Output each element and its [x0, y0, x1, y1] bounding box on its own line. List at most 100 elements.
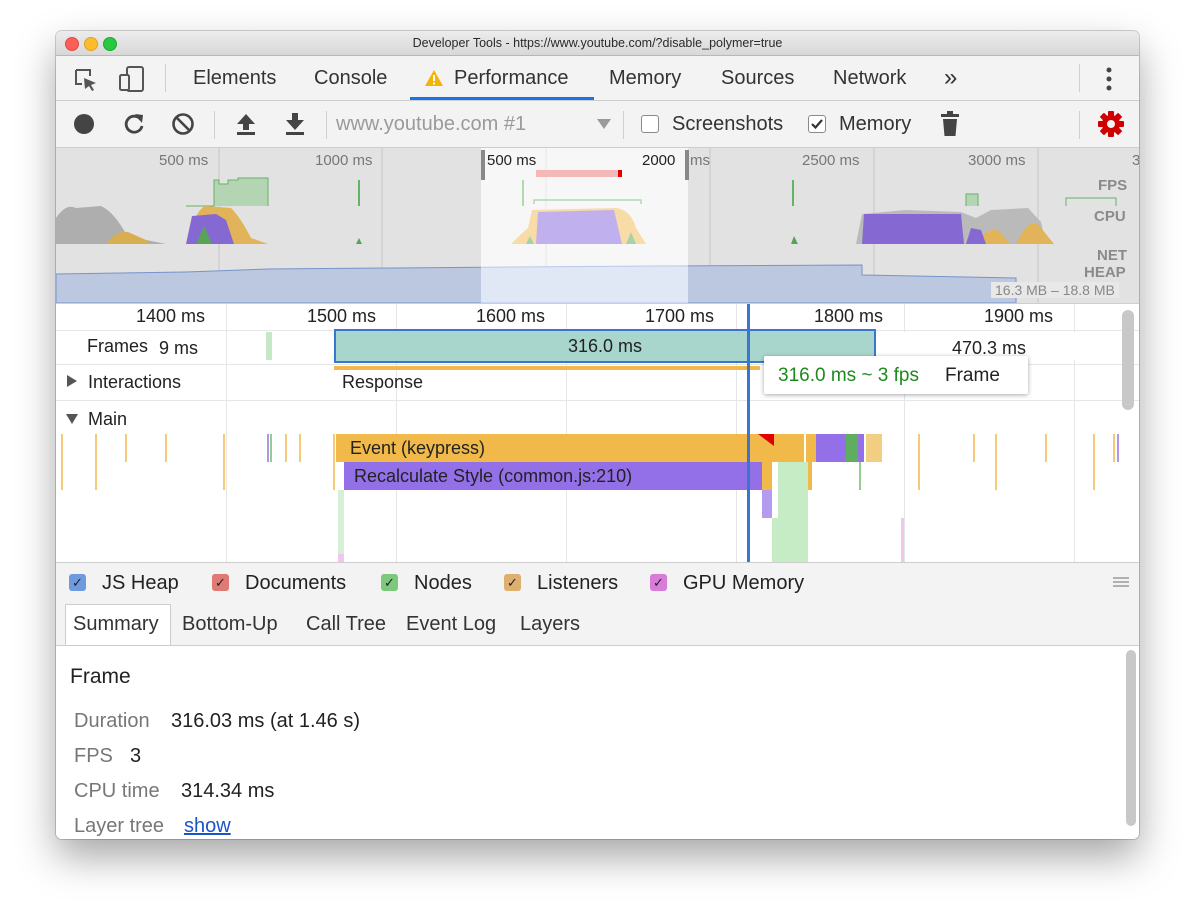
timeline-scrollbar[interactable]	[1122, 310, 1134, 410]
overview-tick: 2500 ms	[802, 152, 860, 169]
toolbar-divider	[1079, 64, 1080, 92]
event-keypress-bar[interactable]: Event (keypress)	[336, 434, 804, 462]
devtools-tab-bar: Elements Console Performance Memory Sour…	[56, 56, 1139, 101]
layer-tree-show-link[interactable]: show	[184, 815, 231, 838]
row-divider	[56, 400, 1139, 401]
js-heap-checkbox[interactable]: ✓	[69, 574, 86, 591]
nodes-checkbox[interactable]: ✓	[381, 574, 398, 591]
net-track-label: NET	[1097, 247, 1127, 264]
toolbar-divider	[165, 64, 166, 92]
tab-network[interactable]: Network	[833, 67, 906, 90]
save-profile-icon[interactable]	[283, 112, 307, 136]
tab-layers[interactable]: Layers	[520, 613, 580, 636]
details-tab-bar: Summary Bottom-Up Call Tree Event Log La…	[56, 599, 1139, 646]
overview-tick: 3	[1132, 152, 1139, 169]
inspect-element-icon[interactable]	[73, 67, 99, 93]
legend-label-nodes: Nodes	[414, 572, 472, 594]
legend-label-documents: Documents	[245, 572, 347, 594]
overview-tick: 2000	[642, 152, 676, 169]
devtools-window: Developer Tools - https://www.youtube.co…	[56, 31, 1139, 839]
summary-heading: Frame	[70, 665, 131, 688]
time-tick: 1900 ms	[984, 306, 1054, 326]
time-tick: 1600 ms	[476, 306, 546, 326]
toolbar-divider	[623, 111, 624, 139]
legend-label-listeners: Listeners	[537, 572, 619, 594]
memory-counters-legend: ✓ JS Heap ✓ Documents ✓ Nodes ✓ Listener…	[56, 562, 1139, 600]
tooltip-fps: 316.0 ms ~ 3 fps	[778, 365, 919, 386]
summary-panel: Frame Duration 316.03 ms (at 1.46 s) FPS…	[56, 646, 1139, 839]
frame-block[interactable]	[266, 332, 272, 360]
toolbar-divider	[326, 111, 327, 139]
chevron-down-icon[interactable]	[597, 119, 611, 129]
expand-triangle-icon[interactable]	[67, 375, 77, 387]
tab-console[interactable]: Console	[314, 67, 387, 90]
tooltip-label: Frame	[945, 365, 1000, 386]
drag-handle-icon[interactable]	[1113, 576, 1129, 588]
tab-summary[interactable]: Summary	[73, 613, 159, 636]
tab-sources[interactable]: Sources	[721, 67, 794, 90]
collapse-triangle-icon[interactable]	[66, 414, 78, 424]
interaction-response: Response	[342, 372, 424, 392]
record-icon[interactable]	[73, 113, 95, 135]
time-tick: 1700 ms	[645, 306, 715, 326]
gear-icon[interactable]	[1098, 111, 1124, 137]
cpu-time-label: CPU time	[74, 780, 160, 802]
documents-checkbox[interactable]: ✓	[212, 574, 229, 591]
heap-range-label: 16.3 MB – 18.8 MB	[991, 282, 1119, 298]
frame-tooltip: 316.0 ms ~ 3 fps Frame	[764, 356, 1028, 394]
listeners-checkbox[interactable]: ✓	[504, 574, 521, 591]
legend-label-js-heap: JS Heap	[102, 572, 179, 594]
window-title: Developer Tools - https://www.youtube.co…	[412, 36, 783, 50]
frame-duration: 9 ms	[159, 338, 199, 358]
duration-value: 316.03 ms (at 1.46 s)	[171, 710, 360, 732]
target-select[interactable]: www.youtube.com #1	[336, 113, 526, 136]
kebab-menu-icon[interactable]	[1105, 66, 1113, 92]
overview-graph	[56, 148, 1139, 303]
fps-value: 3	[130, 745, 142, 767]
overview-tick: 1000 ms	[315, 152, 373, 169]
time-tick: 1800 ms	[814, 306, 884, 326]
tab-event-log[interactable]: Event Log	[406, 613, 496, 636]
gpu-memory-checkbox[interactable]: ✓	[650, 574, 667, 591]
fps-track-label: FPS	[1098, 177, 1128, 194]
toolbar-divider	[214, 111, 215, 139]
toolbar-divider	[1079, 111, 1080, 139]
tab-call-tree[interactable]: Call Tree	[306, 613, 386, 636]
memory-checkbox[interactable]	[808, 115, 826, 133]
clear-icon[interactable]	[171, 112, 195, 136]
performance-toolbar: www.youtube.com #1 Screenshots Memory	[56, 101, 1139, 148]
tab-memory[interactable]: Memory	[609, 67, 681, 90]
timeline-overview[interactable]: 500 ms 1000 ms 500 ms 2000 ms 2500 ms 30…	[56, 148, 1139, 303]
time-tick: 1500 ms	[307, 306, 377, 326]
overview-tick: ms	[690, 152, 710, 169]
load-profile-icon[interactable]	[234, 112, 258, 136]
main-track-label[interactable]: Main	[88, 409, 127, 430]
time-cursor	[747, 304, 750, 562]
interactions-track-label[interactable]: Interactions	[88, 372, 181, 393]
timeline-flamechart[interactable]: 1400 ms 1500 ms 1600 ms 1700 ms 1800 ms …	[56, 303, 1139, 562]
reload-icon[interactable]	[122, 112, 146, 136]
recalculate-style-bar[interactable]: Recalculate Style (common.js:210)	[344, 462, 762, 490]
device-toolbar-icon[interactable]	[118, 65, 146, 93]
summary-scrollbar[interactable]	[1126, 650, 1136, 826]
legend-label-gpu-memory: GPU Memory	[683, 572, 805, 594]
tab-elements[interactable]: Elements	[193, 67, 276, 90]
screenshots-checkbox[interactable]	[641, 115, 659, 133]
tab-bottom-up[interactable]: Bottom-Up	[182, 613, 278, 636]
overview-tick: 500 ms	[487, 152, 537, 169]
cpu-track-label: CPU	[1094, 208, 1126, 225]
tab-performance[interactable]: Performance	[454, 67, 569, 90]
active-tab-indicator	[410, 97, 594, 100]
interaction-bar[interactable]	[334, 366, 760, 370]
overview-tick: 500 ms	[159, 152, 209, 169]
frames-track-label: Frames	[87, 336, 149, 356]
cpu-time-value: 314.34 ms	[181, 780, 275, 802]
trash-icon[interactable]	[939, 111, 961, 137]
overview-tick: 3000 ms	[968, 152, 1026, 169]
fps-label: FPS	[74, 745, 113, 767]
more-tabs-button[interactable]: »	[944, 64, 957, 92]
layer-tree-label: Layer tree	[74, 815, 165, 837]
warning-icon	[425, 70, 443, 86]
title-bar: Developer Tools - https://www.youtube.co…	[56, 31, 1139, 56]
screenshots-label: Screenshots	[672, 113, 784, 135]
